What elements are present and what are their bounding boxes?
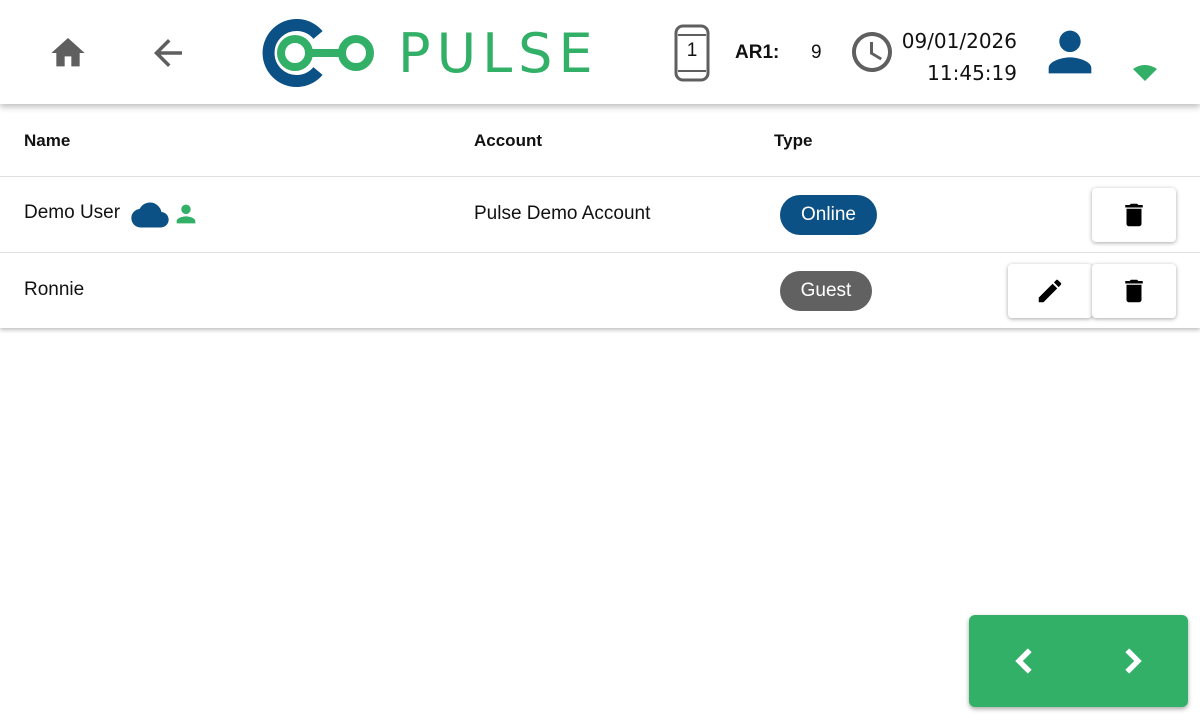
user-icon [1048, 30, 1092, 74]
cloud-icon [131, 202, 169, 228]
wifi-icon [1133, 65, 1157, 81]
home-button[interactable] [40, 28, 96, 78]
logo-text: PULSE [398, 21, 599, 85]
chevron-right-icon [1125, 648, 1143, 674]
column-header-account: Account [474, 131, 542, 150]
datetime-display: 09/01/2026 11:45:19 [902, 25, 1017, 89]
user-button[interactable] [1038, 20, 1102, 84]
logo-mark-icon [262, 19, 374, 87]
status-badge: Guest [780, 271, 872, 311]
column-header-name: Name [24, 131, 71, 150]
users-table: Name Account Type Demo User Pulse Demo A… [0, 104, 1200, 328]
back-arrow-icon [154, 39, 182, 67]
table-row[interactable]: Demo User Pulse Demo Account Online [0, 176, 1200, 253]
device-indicator[interactable]: 1 [668, 22, 716, 84]
back-button[interactable] [140, 28, 196, 78]
chevron-left-icon [1014, 648, 1032, 674]
clock-indicator [848, 28, 896, 76]
device-number: 1 [686, 40, 698, 61]
column-header-type: Type [774, 131, 813, 150]
user-name: Demo User [24, 202, 121, 223]
pencil-icon [1038, 279, 1062, 303]
pulse-logo: PULSE [260, 18, 599, 88]
trash-icon [1125, 279, 1143, 303]
table-row[interactable]: Ronnie Guest [0, 252, 1200, 329]
ar-value: 9 [811, 42, 822, 63]
status-badge: Online [780, 195, 877, 235]
person-icon [176, 204, 196, 224]
delete-button[interactable] [1092, 264, 1176, 318]
user-name: Ronnie [24, 279, 85, 300]
home-icon [51, 38, 85, 67]
wifi-indicator [1130, 60, 1160, 84]
date-text: 09/01/2026 [901, 29, 1017, 53]
delete-button[interactable] [1092, 188, 1176, 242]
next-page-button[interactable] [1079, 615, 1189, 707]
previous-page-button[interactable] [969, 615, 1079, 707]
clock-icon [852, 32, 892, 72]
app-header: PULSE 1 AR1: 9 09/01/2026 11:45:19 [0, 0, 1200, 104]
pagination-control [969, 615, 1188, 707]
time-text: 11:45:19 [927, 61, 1017, 85]
edit-button[interactable] [1008, 264, 1092, 318]
trash-icon [1125, 203, 1143, 227]
ar-label: AR1: [735, 42, 780, 63]
user-account: Pulse Demo Account [474, 203, 651, 224]
